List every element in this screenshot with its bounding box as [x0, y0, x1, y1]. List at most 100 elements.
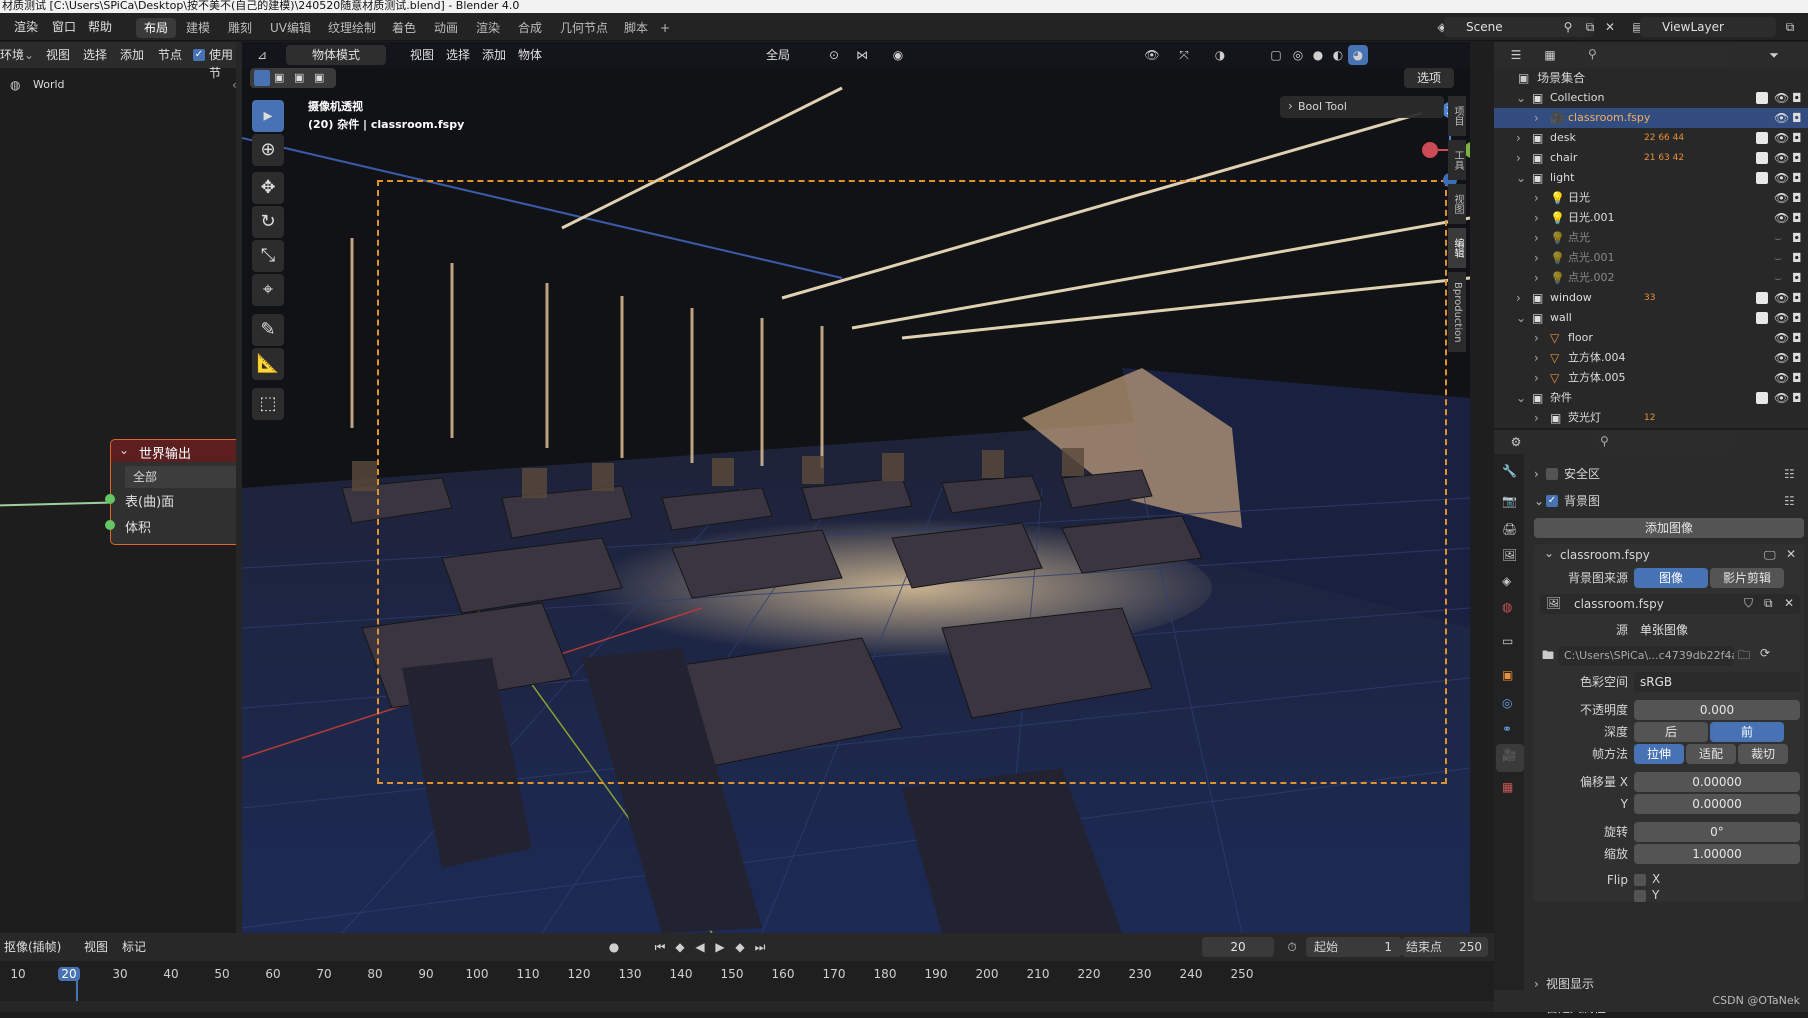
chevron-down-icon[interactable]: ⌄ — [1544, 546, 1554, 560]
render-camera-icon[interactable]: ◘ — [1792, 308, 1802, 328]
duplicate-icon[interactable]: ⧉ — [1764, 596, 1773, 611]
outliner-row[interactable]: › 💡 点光 ⌣ ◘ — [1494, 228, 1808, 248]
menu-add[interactable]: 添加 — [482, 46, 506, 64]
tab-layout[interactable]: 布局 — [136, 18, 177, 38]
pin-icon[interactable]: ⚲ — [1558, 17, 1578, 37]
opacity-field[interactable]: 0.000 — [1634, 700, 1800, 720]
eye-icon[interactable]: 👁 — [1774, 388, 1789, 408]
disclosure-icon[interactable]: ⌄ — [1516, 388, 1526, 408]
disclosure-icon[interactable]: › — [1534, 268, 1539, 288]
outliner-row[interactable]: ⌄ ▣ 杂件 👁 ◘ — [1494, 388, 1808, 408]
prev-keyframe-icon[interactable]: ◆ — [670, 937, 690, 957]
filepath-field[interactable]: C:\Users\SPiCa\...c4739db22f4a51 — [1558, 646, 1734, 666]
background-images-checkbox[interactable]: ✓ — [1546, 495, 1558, 507]
exclude-checkbox[interactable] — [1756, 312, 1768, 324]
tab-animation[interactable]: 动画 — [426, 18, 466, 38]
menu-node[interactable]: 节点 — [158, 46, 182, 64]
close-icon[interactable]: ✕ — [1600, 17, 1620, 37]
outliner-row[interactable]: › ▣ window 33 👁 ◘ — [1494, 288, 1808, 308]
render-camera-icon[interactable]: ◘ — [1792, 128, 1802, 148]
properties-search-input[interactable] — [1594, 432, 1734, 452]
menu-view[interactable]: 视图 — [410, 46, 434, 64]
outliner-row[interactable]: ⌄ ▣ Collection 👁 ◘ — [1494, 88, 1808, 108]
render-camera-icon[interactable]: ◘ — [1792, 188, 1802, 208]
tab-bproduction[interactable]: Bproduction — [1448, 272, 1466, 352]
disclosure-icon[interactable]: › — [1534, 188, 1539, 208]
render-camera-icon[interactable]: ◘ — [1792, 328, 1802, 348]
disclosure-icon[interactable]: › — [1516, 148, 1521, 168]
menu-view[interactable]: 视图 — [46, 46, 70, 64]
scene-tab-icon[interactable]: ◈ — [1502, 574, 1511, 588]
depth-front-button[interactable]: 前 — [1710, 722, 1784, 742]
exclude-checkbox[interactable] — [1756, 92, 1768, 104]
disclosure-icon[interactable]: › — [1534, 208, 1539, 228]
measure-tool[interactable]: 📐 — [252, 348, 284, 380]
tab-tool[interactable]: 工具 — [1448, 140, 1466, 180]
jump-end-icon[interactable]: ⏭ — [750, 937, 770, 957]
source-image-button[interactable]: 图像 — [1634, 568, 1708, 588]
node-header[interactable]: ⌄ 世界输出 — [111, 440, 243, 462]
play-icon[interactable]: ▶ — [710, 937, 730, 957]
select-new-icon[interactable] — [254, 70, 270, 86]
select-subtract-icon[interactable]: ▣ — [294, 71, 304, 84]
eye-icon[interactable]: 👁 — [1774, 148, 1789, 168]
eye-icon[interactable]: 👁 — [1774, 168, 1789, 188]
rotation-field[interactable]: 0° — [1634, 822, 1800, 842]
outliner-row[interactable]: ⌄ ▣ light 👁 ◘ — [1494, 168, 1808, 188]
render-camera-icon[interactable]: ◘ — [1792, 288, 1802, 308]
frame-crop-button[interactable]: 裁切 — [1738, 744, 1788, 764]
eye-icon[interactable]: 👁 — [1774, 188, 1789, 208]
select-box-tool[interactable]: ▸ — [252, 100, 284, 132]
bool-tool-panel[interactable]: › Bool Tool — [1280, 96, 1444, 118]
options-dropdown[interactable]: 选项 — [1404, 68, 1454, 88]
texture-tab-icon[interactable]: ▦ — [1502, 780, 1513, 794]
select-mode-buttons[interactable]: ▣ ▣ ▣ — [250, 68, 336, 88]
render-camera-icon[interactable]: ◘ — [1792, 168, 1802, 188]
wireframe-shading-icon[interactable]: ◎ — [1288, 45, 1308, 65]
keying-dropdown[interactable]: 抠像(插帧) — [4, 938, 61, 956]
editor-type-icon[interactable]: ⚙ — [1506, 432, 1526, 452]
move-tool[interactable]: ✥ — [252, 172, 284, 204]
outliner-row[interactable]: › ▽ floor 👁 ◘ — [1494, 328, 1808, 348]
exclude-checkbox[interactable] — [1756, 292, 1768, 304]
source-movieclip-button[interactable]: 影片剪辑 — [1710, 568, 1784, 588]
tab-item[interactable]: 项目 — [1448, 96, 1466, 136]
current-frame-field[interactable]: 20 — [1202, 937, 1274, 957]
overlay-icon[interactable]: ◑ — [1210, 45, 1230, 65]
object-tab-icon[interactable]: ▣ — [1502, 668, 1513, 682]
tab-sculpting[interactable]: 雕刻 — [220, 18, 260, 38]
render-camera-icon[interactable]: ◘ — [1792, 248, 1802, 268]
outliner-row[interactable]: › ▣ 荧光灯 12 — [1494, 408, 1808, 428]
disclosure-icon[interactable]: › — [1516, 128, 1521, 148]
tab-shading[interactable]: 着色 — [384, 18, 424, 38]
outliner-row[interactable]: ⌄ ▣ wall 👁 ◘ — [1494, 308, 1808, 328]
eye-icon[interactable]: 👁 — [1774, 88, 1789, 108]
close-icon[interactable]: ✕ — [1784, 596, 1794, 610]
filter-icon[interactable]: ⏷ — [1764, 45, 1784, 65]
new-scene-icon[interactable]: ⧉ — [1580, 17, 1600, 37]
cursor-tool[interactable]: ⊕ — [252, 134, 284, 166]
visibility-icon[interactable]: 👁 — [1142, 45, 1162, 65]
render-camera-icon[interactable]: ◘ — [1792, 368, 1802, 388]
physics-tab-icon[interactable]: ◎ — [1502, 696, 1512, 710]
surface-socket[interactable] — [105, 494, 115, 504]
tab-rendering[interactable]: 渲染 — [468, 18, 508, 38]
src-dropdown[interactable]: 单张图像 — [1634, 620, 1800, 640]
pivot-icon[interactable]: ⊙ — [824, 45, 844, 65]
tab-texture-paint[interactable]: 纹理绘制 — [320, 18, 384, 38]
snap-icon[interactable]: ⋈ — [852, 45, 872, 65]
node-mode-dropdown[interactable]: 环境 — [0, 46, 24, 64]
exclude-checkbox[interactable] — [1756, 152, 1768, 164]
add-cube-tool[interactable]: ⬚ — [252, 388, 284, 420]
render-camera-icon[interactable]: ◘ — [1792, 148, 1802, 168]
fake-user-icon[interactable]: ⛉ — [1744, 596, 1753, 611]
tab-geometry-nodes[interactable]: 几何节点 — [552, 18, 616, 38]
disclosure-icon[interactable]: ⌄ — [1516, 168, 1526, 188]
preview-range-icon[interactable]: ⏱ — [1282, 937, 1302, 957]
world-output-node[interactable]: ⌄ 世界输出 全部 表(曲)面 体积 — [105, 439, 243, 545]
render-tab-icon[interactable]: 📷 — [1502, 494, 1517, 508]
render-camera-icon[interactable]: ◘ — [1792, 88, 1802, 108]
menu-help[interactable]: 帮助 — [88, 18, 112, 36]
next-keyframe-icon[interactable]: ◆ — [730, 937, 750, 957]
outliner-row[interactable]: › ▽ 立方体.004 👁 ◘ — [1494, 348, 1808, 368]
